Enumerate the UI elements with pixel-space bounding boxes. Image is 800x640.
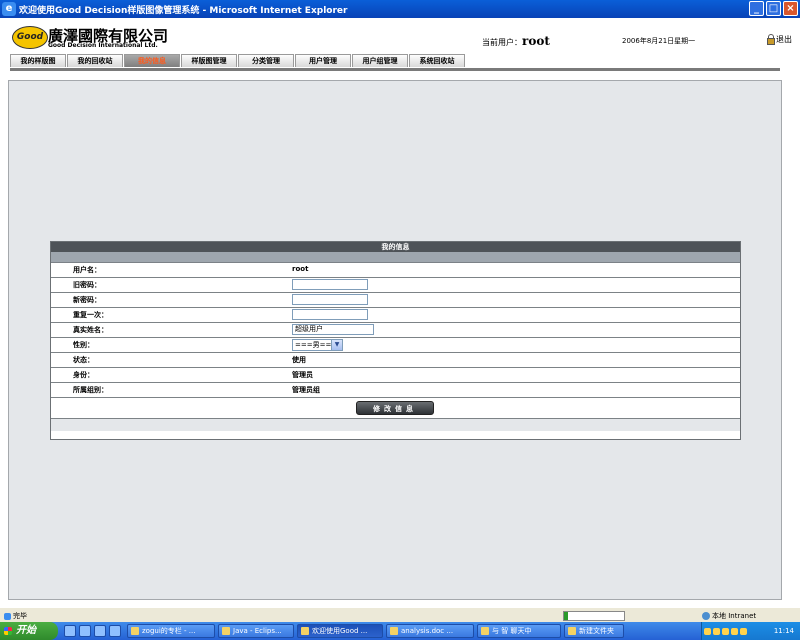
taskbar-item[interactable]: zogui的专栏 - ... [127,624,215,638]
nav-divider [10,68,780,71]
progress-bar [563,611,625,621]
quick-launch-icon[interactable] [79,625,91,637]
tray-icon[interactable] [740,627,747,635]
gender-select[interactable]: ===男=== ▼ [292,339,343,351]
taskbar-item[interactable]: analysis.doc ... [386,624,474,638]
tab-category-management[interactable]: 分类管理 [238,54,294,67]
my-info-panel: 我的信息 用户名： root 旧密码： 新密码： 重复一次： 真实姓名： 超级用… [50,241,741,440]
tab-my-templates[interactable]: 我的样版图 [10,54,66,67]
taskbar-item[interactable]: 与 智 聊天中 [477,624,561,638]
globe-icon [702,612,710,620]
status-label: 状态： [73,356,94,364]
taskbar-item-active[interactable]: 欢迎使用Good ... [297,624,383,638]
group-label: 所属组别： [73,386,108,394]
zone-text: 本地 Intranet [712,612,757,620]
page-icon [4,612,11,620]
tab-template-management[interactable]: 样版图管理 [181,54,237,67]
minimize-button[interactable]: _ [749,1,764,16]
repeat-password-label: 重复一次： [73,311,108,319]
current-user-name: root [522,34,550,48]
progress-fill [564,612,569,620]
chevron-down-icon[interactable]: ▼ [331,340,342,350]
new-password-row: 新密码： [51,293,740,308]
logout-label: 退出 [776,35,792,44]
tab-my-recycle-bin[interactable]: 我的回收站 [67,54,123,67]
taskbar-item[interactable]: 新建文件夹 [564,624,624,638]
window-title: 欢迎使用Good Decision样版图像管理系统 - Microsoft In… [19,5,348,16]
username-row: 用户名： root [51,263,740,278]
start-button[interactable]: 开始 [0,622,58,640]
repeat-password-input[interactable] [292,309,368,320]
tray-icon[interactable] [722,627,729,635]
modify-info-button[interactable]: 修改信息 [356,401,434,415]
tab-user-management[interactable]: 用户管理 [295,54,351,67]
quick-launch-icon[interactable] [64,625,76,637]
taskbar: 开始 zogui的专栏 - ... Java - Eclips... 欢迎使用G… [0,622,800,640]
old-password-label: 旧密码： [73,281,101,289]
ie-icon: e [2,2,16,16]
new-password-label: 新密码： [73,296,101,304]
tray-clock: 11:14 [773,627,794,635]
realname-input[interactable]: 超级用户 [292,324,374,335]
status-text: 完毕 [13,612,27,620]
window-titlebar: e 欢迎使用Good Decision样版图像管理系统 - Microsoft … [0,0,800,18]
old-password-input[interactable] [292,279,368,290]
system-tray: 11:14 [701,622,800,640]
quick-launch-icon[interactable] [94,625,106,637]
company-name-en: Good Decision International Ltd. [48,42,158,49]
tray-icon[interactable] [704,627,711,635]
old-password-row: 旧密码： [51,278,740,293]
submit-row: 修改信息 [51,398,740,419]
group-value: 管理员组 [292,386,320,394]
quick-launch-icon[interactable] [109,625,121,637]
panel-subheader [51,252,740,263]
content-area: 我的信息 用户名： root 旧密码： 新密码： 重复一次： 真实姓名： 超级用… [8,80,782,600]
maximize-button[interactable]: □ [766,1,781,16]
username-value: root [292,265,309,273]
window-controls: _ □ × [749,1,798,16]
status-indicator: 完毕 [4,611,27,621]
taskbar-item[interactable]: Java - Eclips... [218,624,294,638]
realname-row: 真实姓名： 超级用户 [51,323,740,338]
tray-icon[interactable] [713,627,720,635]
role-row: 身份： 管理员 [51,368,740,383]
tray-icon[interactable] [731,627,738,635]
browser-statusbar: 完毕 本地 Intranet [0,607,800,623]
tab-my-info[interactable]: 我的信息 [124,54,180,67]
status-row: 状态： 使用 [51,353,740,368]
gender-row: 性别： ===男=== ▼ [51,338,740,353]
gender-label: 性别： [73,341,94,349]
new-password-input[interactable] [292,294,368,305]
group-row: 所属组别： 管理员组 [51,383,740,398]
current-date: 2006年8月21日星期一 [622,37,696,45]
close-button[interactable]: × [783,1,798,16]
logout-link[interactable]: 退出 [767,33,792,45]
quick-launch [64,625,121,637]
company-logo: Good [12,26,48,49]
security-zone: 本地 Intranet [702,611,756,621]
lock-icon [767,33,775,45]
username-label: 用户名： [73,266,101,274]
site-header: Good 廣澤國際有限公司 Good Decision Internationa… [0,18,800,53]
role-label: 身份： [73,371,94,379]
current-user: 当前用户：root [482,34,550,48]
status-value: 使用 [292,356,306,364]
panel-footer [51,419,740,431]
repeat-password-row: 重复一次： [51,308,740,323]
role-value: 管理员 [292,371,313,379]
main-nav: 我的样版图 我的回收站 我的信息 样版图管理 分类管理 用户管理 用户组管理 系… [10,54,466,68]
browser-page: Good 廣澤國際有限公司 Good Decision Internationa… [0,18,800,607]
current-user-label: 当前用户： [482,38,522,47]
panel-title: 我的信息 [51,242,740,252]
realname-label: 真实姓名： [73,326,108,334]
tab-user-group-management[interactable]: 用户组管理 [352,54,408,67]
tab-system-recycle-bin[interactable]: 系统回收站 [409,54,465,67]
